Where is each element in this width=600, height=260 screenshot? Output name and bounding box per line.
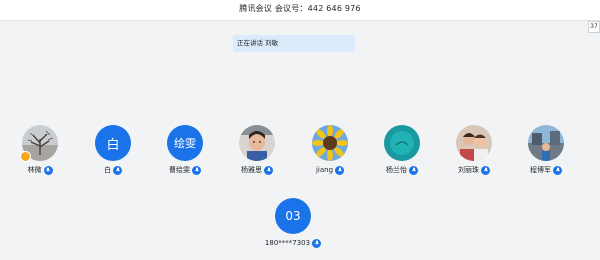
avatar [528,125,564,161]
participant-name: 180****7303 [264,239,311,247]
participant-name: 杨雅思 [241,166,262,174]
participant-name: 杨兰怡 [386,166,407,174]
participant-tile[interactable]: 绘雯 曹绘雯 [150,125,220,185]
avatar [239,125,275,161]
participant-name-row: 180****7303 [258,237,328,249]
participant-name-row: 刘丽珠 [439,164,509,176]
host-badge-icon [20,151,31,162]
participant-tile[interactable]: 林微 [5,125,75,185]
participant-tile[interactable]: 刘丽珠 [439,125,509,185]
participant-name-row: 白 [78,164,148,176]
mic-icon [481,165,490,175]
avatar: 绘雯 [167,125,203,161]
mic-icon [113,165,122,175]
mic-icon [312,238,322,248]
window-title: 腾讯会议 会议号：442 646 976 [239,4,361,13]
mic-icon [335,165,345,175]
participant-tile[interactable]: 程博军 [511,125,581,185]
mic-icon [192,165,201,175]
avatar [312,125,348,161]
participant-name-row: 杨雅思 [222,164,292,176]
avatar-initial: 绘雯 [174,137,196,150]
participant-name: 林微 [27,166,42,174]
speaking-notice: 正在讲话 刘敏 [233,35,355,52]
participant-name: jiang [315,166,334,174]
avatar-initial: 白 [106,137,120,153]
avatar [456,125,492,161]
participant-name-row: 林微 [5,164,75,176]
title-bar: 腾讯会议 会议号：442 646 976 [0,0,600,21]
avatar [384,125,420,161]
mic-icon [43,165,53,175]
participant-name: 曹绘雯 [169,166,190,174]
avatar: 白 [95,125,131,161]
avatar: 03 [275,198,311,234]
participant-count-badge[interactable]: 37 [588,21,600,33]
participant-tile[interactable]: 白 白 [78,125,148,185]
participant-name: 刘丽珠 [458,166,479,174]
mic-icon [409,165,418,175]
participant-tile[interactable]: 杨雅思 [222,125,292,185]
participant-name-row: 杨兰怡 [367,164,437,176]
participant-name: 程博军 [530,166,551,174]
mic-icon [553,165,562,175]
participant-tile[interactable]: 03 180****7303 [258,198,328,258]
participant-name: 白 [104,166,111,174]
participant-name-row: 曹绘雯 [150,164,220,176]
mic-icon [264,165,273,175]
avatar-initial: 03 [285,209,301,223]
participant-tile[interactable]: jiang [295,125,365,185]
participant-name-row: jiang [295,164,365,176]
participant-name-row: 程博军 [511,164,581,176]
participant-tile[interactable]: 杨兰怡 [367,125,437,185]
